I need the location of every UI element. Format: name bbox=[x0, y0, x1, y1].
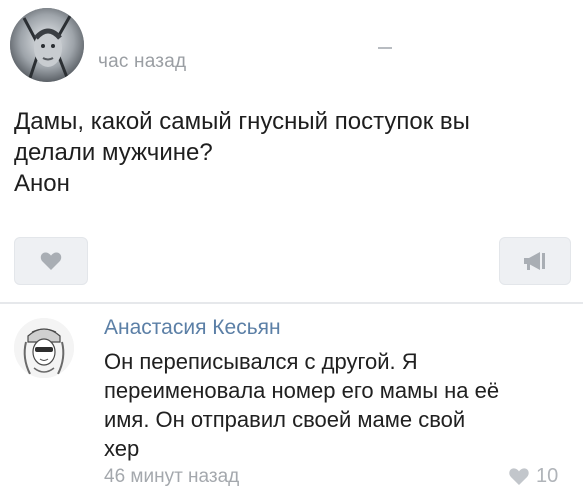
post-text-line: Дамы, какой самый гнусный поступок вы bbox=[14, 108, 470, 135]
post-card: час назад Дамы, какой самый гнусный пост… bbox=[0, 0, 583, 302]
comment-text-line: хер bbox=[104, 436, 140, 461]
megaphone-icon bbox=[524, 252, 545, 270]
heart-icon bbox=[509, 467, 529, 485]
heart-icon bbox=[40, 252, 62, 270]
comment-text-line: Он переписывался с другой. Я bbox=[104, 349, 418, 374]
post-text-line: делали мужчине? bbox=[14, 139, 213, 166]
share-button[interactable] bbox=[499, 237, 571, 285]
comment-timestamp: 46 минут назад bbox=[104, 466, 240, 487]
comment-text: Он переписывался с другой. Я переименова… bbox=[104, 347, 574, 463]
comment-like-count: 10 bbox=[536, 464, 559, 487]
like-button[interactable] bbox=[14, 237, 88, 285]
post-menu-icon[interactable] bbox=[378, 47, 392, 49]
post-text: Дамы, какой самый гнусный поступок вы де… bbox=[14, 106, 574, 199]
comment-author[interactable]: Анастасия Кесьян bbox=[104, 316, 281, 340]
post-timestamp: час назад bbox=[98, 51, 187, 72]
post-avatar[interactable] bbox=[10, 8, 84, 82]
post-text-line: Анон bbox=[14, 170, 70, 197]
comment-text-line: имя. Он отправил своей маме свой bbox=[104, 407, 466, 432]
comment-avatar[interactable] bbox=[14, 318, 74, 378]
comment-like-button[interactable]: 10 bbox=[508, 464, 558, 488]
avatar-image bbox=[10, 8, 84, 82]
comment-text-line: переименовала номер его мамы на её bbox=[104, 378, 500, 403]
avatar-image bbox=[14, 318, 74, 378]
divider bbox=[0, 302, 583, 304]
